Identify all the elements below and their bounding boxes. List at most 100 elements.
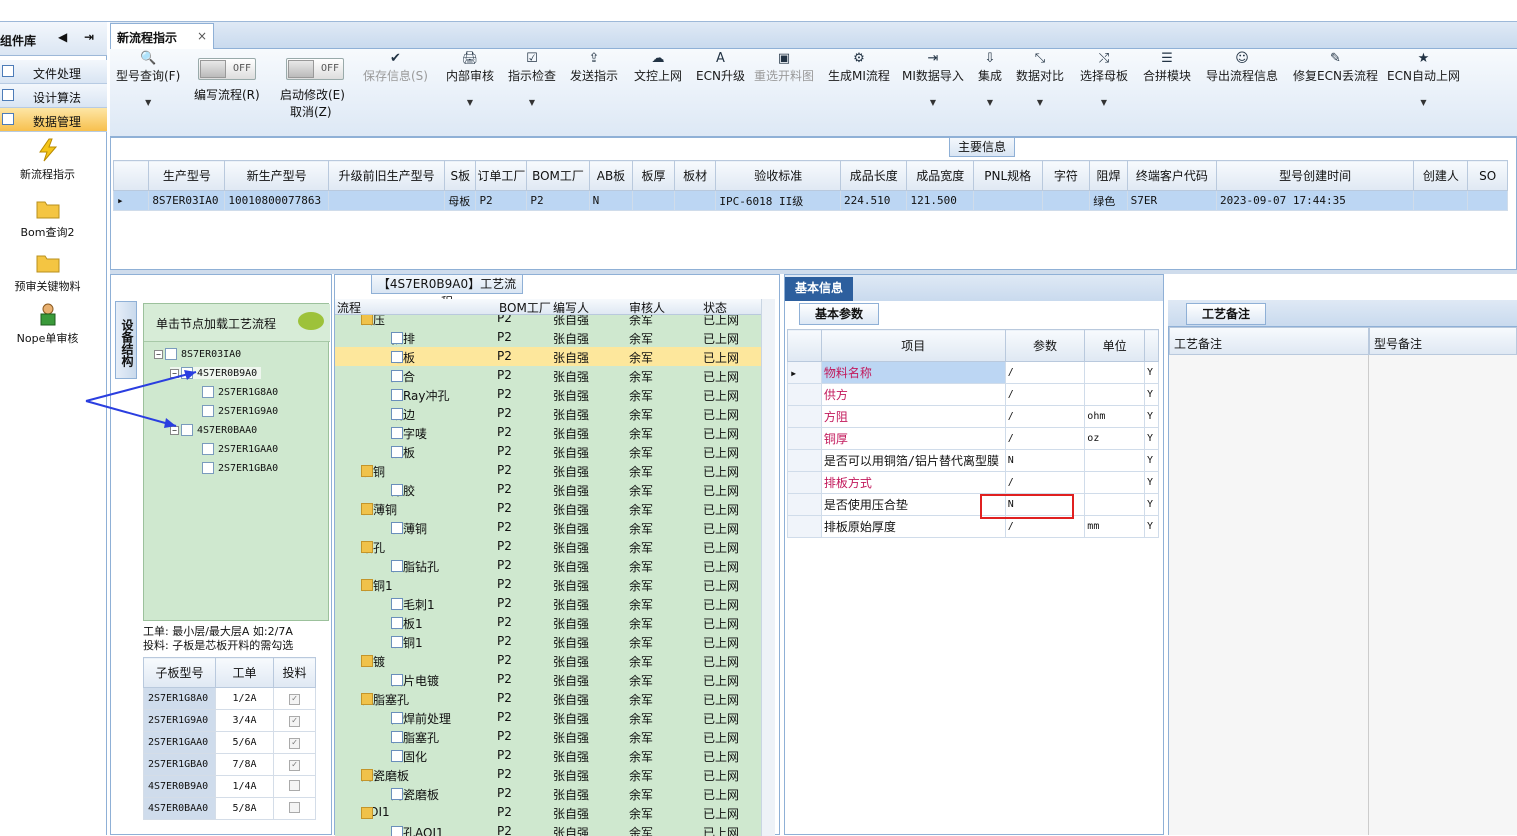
tree-node[interactable]: 2S7ER1G9A0 [202, 405, 278, 417]
column-header[interactable]: 成品长度 [840, 160, 908, 191]
tab-new-flow-instruction[interactable]: 新流程指示 × [110, 23, 214, 49]
lib-item-data-management[interactable]: 数据管理 [0, 108, 107, 132]
flow-row[interactable]: 铣边 P2 张自强 余军 已上网 [335, 404, 761, 423]
tree-node[interactable]: 2S7ER1GAA0 [202, 443, 278, 455]
table-row[interactable]: ▸ 物料名称 / Y [787, 361, 1159, 384]
table-cell[interactable] [327, 190, 446, 211]
row-selector[interactable] [787, 493, 822, 516]
flow-row[interactable]: 陶瓷磨板 P2 张自强 余军 已上网 [335, 765, 761, 784]
flow-row[interactable]: 去毛刺1 P2 张自强 余军 已上网 [335, 594, 761, 613]
param-value-cell[interactable]: / [1004, 427, 1086, 450]
flow-row[interactable]: 阻焊前处理 P2 张自强 余军 已上网 [335, 708, 761, 727]
flow-row[interactable]: 树脂钻孔 P2 张自强 余军 已上网 [335, 556, 761, 575]
table-row[interactable]: 是否使用压合垫 N Y [787, 493, 1159, 516]
column-header[interactable]: 板材 [673, 160, 717, 191]
sub-model-cell[interactable]: 4S7ER0BAA0 [143, 797, 216, 820]
row-selector[interactable]: ▸ [787, 361, 822, 384]
tab-basic-params[interactable]: 基本参数 [799, 303, 879, 325]
column-header[interactable]: BOM工厂 [499, 299, 551, 316]
doc-control-online-button[interactable]: ☁ 文控上网 [634, 51, 682, 84]
close-icon[interactable]: × [197, 29, 207, 43]
ecn-upgrade-button[interactable]: A ECN升级 [696, 51, 745, 84]
table-cell[interactable]: N [588, 190, 634, 211]
column-header[interactable]: 参数 [1004, 329, 1086, 362]
table-row[interactable]: 排板方式 / Y [787, 471, 1159, 494]
flow-row[interactable]: 沉铜1 P2 张自强 余军 已上网 [335, 632, 761, 651]
row-selector[interactable]: ▸ [112, 190, 150, 211]
reselect-cut-chart-button[interactable]: ▣ 重选开料图 [754, 51, 814, 84]
column-header[interactable]: 流程 [337, 299, 361, 316]
pin-icon[interactable]: ⇥ [84, 30, 94, 44]
column-header[interactable]: 状态 [703, 299, 727, 316]
column-header[interactable]: 编写人 [553, 299, 589, 316]
dropdown-arrow-icon[interactable]: ▼ [1016, 98, 1064, 107]
column-header[interactable]: S板 [444, 160, 477, 191]
flow-row[interactable]: 预排 P2 张自强 余军 已上网 [335, 328, 761, 347]
lib-item-design-algorithm[interactable]: 设计算法 [0, 84, 107, 108]
flow-row[interactable]: 层压 P2 张自强 余军 已上网 [335, 315, 761, 328]
dropdown-arrow-icon[interactable]: ▼ [1387, 98, 1460, 107]
ecn-auto-online-button[interactable]: ★ ECN自动上网 ▼ [1387, 51, 1460, 107]
feed-checkbox[interactable]: ✓ [289, 715, 300, 727]
column-header[interactable]: 新生产型号 [224, 160, 329, 191]
table-row[interactable]: 2S7ER1G9A0 3/4A ✓ [143, 709, 316, 732]
column-header[interactable]: 工单 [215, 657, 274, 688]
dropdown-arrow-icon[interactable]: ▼ [978, 98, 1002, 107]
flow-row[interactable]: AOI1 P2 张自强 余军 已上网 [335, 803, 761, 822]
data-compare-button[interactable]: ⤡ 数据对比 ▼ [1016, 51, 1064, 107]
flow-row[interactable]: 减薄铜 P2 张自强 余军 已上网 [335, 518, 761, 537]
column-header[interactable]: SO [1467, 160, 1508, 191]
lib-item-file-processing[interactable]: 文件处理 [0, 60, 107, 84]
instruction-check-button[interactable]: ☑ 指示检查 ▼ [508, 51, 556, 107]
column-header[interactable]: 升级前旧生产型号 [327, 160, 446, 191]
sub-model-cell[interactable]: 2S7ER1G9A0 [143, 709, 216, 732]
flow-row[interactable]: 钻孔 P2 张自强 余军 已上网 [335, 537, 761, 556]
vertical-scrollbar[interactable] [761, 299, 775, 836]
sub-model-cell[interactable]: 2S7ER1GAA0 [143, 731, 216, 754]
table-row[interactable]: 是否可以用铜箔/铝片替代离型膜 N Y [787, 449, 1159, 472]
column-header[interactable]: 单位 [1084, 329, 1145, 362]
flow-row[interactable]: 沉铜1 P2 张自强 余军 已上网 [335, 575, 761, 594]
dropdown-arrow-icon[interactable]: ▼ [508, 98, 556, 107]
work-order-cell[interactable]: 5/8A [215, 797, 274, 820]
row-selector[interactable] [787, 449, 822, 472]
row-selector[interactable] [787, 515, 822, 538]
column-header[interactable]: 订单工厂 [475, 160, 528, 191]
column-header[interactable]: 项目 [820, 329, 1006, 362]
table-row[interactable]: 供方 / Y [787, 383, 1159, 406]
table-row[interactable]: 排板原始厚度 / mm Y [787, 515, 1159, 538]
mi-data-import-button[interactable]: ⇥ MI数据导入 ▼ [902, 51, 964, 107]
tab-process-remarks[interactable]: 工艺备注 [1186, 303, 1266, 325]
column-header[interactable]: 验收标准 [715, 160, 842, 191]
feed-checkbox[interactable]: ✓ [289, 759, 300, 771]
column-header[interactable]: 创建人 [1413, 160, 1469, 191]
flow-row[interactable]: 烘板1 P2 张自强 余军 已上网 [335, 613, 761, 632]
row-selector[interactable] [787, 405, 822, 428]
column-header[interactable]: 投料 [273, 657, 316, 688]
save-info-button[interactable]: ✔ 保存信息(S) [363, 51, 428, 84]
work-order-cell[interactable]: 1/2A [215, 687, 274, 710]
flow-row[interactable]: 树脂塞孔 P2 张自强 余军 已上网 [335, 689, 761, 708]
flow-row[interactable]: X-Ray冲孔 P2 张自强 余军 已上网 [335, 385, 761, 404]
column-header[interactable]: PNL规格 [972, 160, 1043, 191]
work-order-cell[interactable]: 1/4A [215, 775, 274, 798]
checkbox[interactable] [202, 443, 214, 455]
feed-checkbox[interactable] [289, 779, 300, 791]
table-row[interactable]: 4S7ER0B9A0 1/4A [143, 775, 316, 798]
work-order-cell[interactable]: 7/8A [215, 753, 274, 776]
dropdown-arrow-icon[interactable]: ▼ [116, 98, 180, 107]
param-value-cell[interactable]: N [1004, 449, 1086, 472]
flow-row[interactable]: 陶瓷磨板 P2 张自强 余军 已上网 [335, 784, 761, 803]
feed-checkbox[interactable]: ✓ [289, 693, 300, 705]
table-cell[interactable]: 母板 [444, 190, 477, 211]
column-header[interactable]: 终端客户代码 [1126, 160, 1218, 191]
row-selector[interactable] [787, 471, 822, 494]
flow-row[interactable]: 打字唛 P2 张自强 余军 已上网 [335, 423, 761, 442]
dropdown-arrow-icon[interactable]: ▼ [902, 98, 964, 107]
table-cell[interactable] [1413, 190, 1469, 211]
table-cell[interactable]: IPC-6018 II级 [715, 190, 842, 211]
new-flow-instruction-item[interactable]: 新流程指示 [0, 138, 95, 182]
sub-model-cell[interactable]: 2S7ER1G8A0 [143, 687, 216, 710]
tree-node[interactable]: − 8S7ER03IA0 [154, 348, 241, 360]
fix-ecn-lost-flow-button[interactable]: ✎ 修复ECN丢流程 [1293, 51, 1378, 84]
